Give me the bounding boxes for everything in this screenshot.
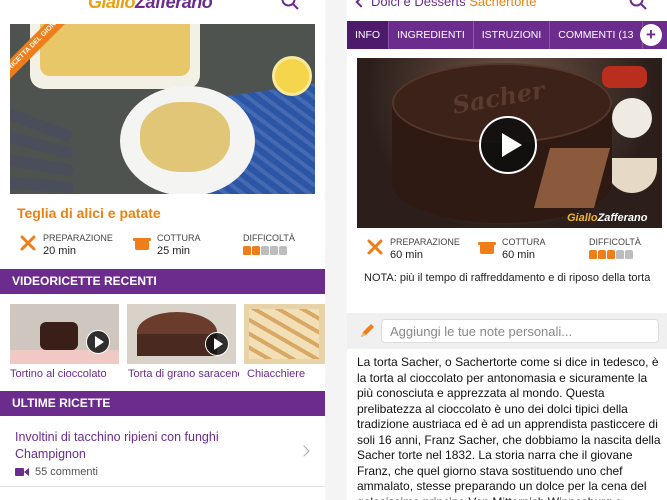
- video-title-1[interactable]: Tortino al cioccolato: [10, 368, 121, 380]
- recipe-note: NOTA: più il tempo di raffreddamento e d…: [364, 272, 651, 284]
- chef-hat-icon: [616, 250, 624, 259]
- chef-hat-icon: [279, 246, 287, 255]
- chef-hat-icon: [270, 246, 278, 255]
- play-icon: [205, 332, 229, 356]
- chef-hat-icon: [589, 250, 597, 259]
- difficulty: DIFFICOLTÀ: [589, 237, 641, 259]
- cook-time: COTTURA 25 min: [132, 233, 201, 257]
- cook-time: COTTURA 60 min: [477, 237, 546, 261]
- pot-icon: [133, 238, 151, 250]
- difficulty: DIFFICOLTÀ: [243, 233, 295, 255]
- search-icon[interactable]: [281, 0, 299, 10]
- chef-hat-icon: [243, 246, 251, 255]
- add-button[interactable]: +: [640, 24, 662, 46]
- difficulty-hats: [589, 250, 641, 259]
- utensils-icon: [20, 235, 36, 251]
- recipe-description: La torta Sacher, o Sachertorte come si d…: [357, 355, 661, 500]
- back-chevron-icon[interactable]: [355, 0, 367, 8]
- difficulty-label: DIFFICOLTÀ: [589, 237, 641, 247]
- personal-notes-bar: Aggiungi le tue note personali...: [347, 313, 667, 349]
- prep-time: PREPARAZIONE 20 min: [18, 233, 113, 257]
- difficulty-hats: [243, 246, 295, 255]
- video-title-3[interactable]: Chiacchiere: [247, 368, 325, 380]
- utensils-icon: [367, 239, 383, 255]
- pencil-icon: [361, 324, 374, 337]
- logo-part2: Zafferano: [135, 0, 213, 12]
- divider: [0, 486, 325, 487]
- recipe-video-image[interactable]: Sacher GialloZafferano: [357, 58, 662, 228]
- chef-hat-icon: [607, 250, 615, 259]
- app-header: GialloZafferano: [0, 0, 325, 14]
- prep-value: 60 min: [390, 249, 424, 261]
- latest-section-header: ULTIME RICETTE: [0, 391, 325, 416]
- chef-hat-icon: [625, 250, 633, 259]
- screen-gap: [325, 0, 347, 500]
- recipe-of-the-day-image[interactable]: RICETTA DEL GIORNO: [10, 24, 315, 194]
- prep-label: PREPARAZIONE: [390, 237, 460, 247]
- personal-notes-input[interactable]: Aggiungi le tue note personali...: [381, 319, 659, 343]
- prep-value: 20 min: [43, 245, 77, 257]
- logo-part1: Giallo: [88, 0, 136, 12]
- video-thumb-3[interactable]: [244, 304, 325, 364]
- recipe-title[interactable]: Teglia di alici e patate: [17, 205, 161, 221]
- nav-category: Dolci e Desserts: [371, 0, 466, 9]
- watermark-logo: GialloZafferano: [567, 212, 647, 224]
- cook-label: COTTURA: [502, 237, 546, 247]
- video-thumb-1[interactable]: [10, 304, 119, 364]
- cook-value: 60 min: [502, 249, 536, 261]
- play-icon[interactable]: [479, 116, 537, 174]
- cook-value: 25 min: [157, 245, 191, 257]
- video-thumb-2[interactable]: [127, 304, 236, 364]
- chef-hat-icon: [598, 250, 606, 259]
- nav-title: Dolci e Desserts Sachertorte: [371, 0, 536, 9]
- watermark-part2: Zafferano: [597, 212, 648, 224]
- video-title-2[interactable]: Torta di grano saraceno: [128, 368, 239, 380]
- watermark-part1: Giallo: [567, 212, 598, 224]
- pot-icon: [478, 242, 496, 254]
- latest-recipe-meta: 55 commenti: [15, 466, 98, 478]
- chevron-right-icon[interactable]: [298, 445, 310, 457]
- app-logo[interactable]: GialloZafferano: [88, 0, 213, 13]
- comments-count: 55 commenti: [35, 466, 98, 478]
- video-camera-icon: [15, 468, 29, 476]
- prep-time: PREPARAZIONE 60 min: [365, 237, 460, 261]
- tab-commenti[interactable]: COMMENTI (13: [550, 21, 643, 49]
- videos-section-header: VIDEORICETTE RECENTI: [0, 269, 325, 294]
- difficulty-label: DIFFICOLTÀ: [243, 233, 295, 243]
- tab-info[interactable]: INFO: [347, 21, 390, 49]
- tab-bar: INFO INGREDIENTI ISTRUZIONI COMMENTI (13: [347, 21, 667, 49]
- prep-label: PREPARAZIONE: [43, 233, 113, 243]
- tab-istruzioni[interactable]: ISTRUZIONI: [474, 21, 551, 49]
- home-screen: GialloZafferano RICETTA DEL GIORNO Tegli…: [0, 0, 325, 500]
- cook-label: COTTURA: [157, 233, 201, 243]
- recipe-detail-screen: Dolci e Desserts Sachertorte INFO INGRED…: [347, 0, 667, 500]
- chef-hat-icon: [252, 246, 260, 255]
- play-icon: [86, 330, 110, 354]
- nav-bar: Dolci e Desserts Sachertorte: [347, 0, 667, 18]
- search-icon[interactable]: [629, 0, 647, 10]
- chef-hat-icon: [261, 246, 269, 255]
- nav-recipe: Sachertorte: [469, 0, 537, 9]
- tab-ingredienti[interactable]: INGREDIENTI: [389, 21, 474, 49]
- latest-recipe-title[interactable]: Involtini di tacchino ripieni con funghi…: [15, 429, 280, 463]
